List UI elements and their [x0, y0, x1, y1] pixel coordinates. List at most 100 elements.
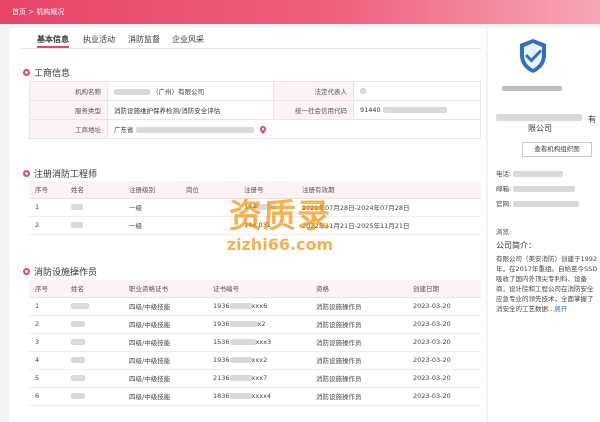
operators-table: 序号 姓名 职业资格证书 证书编号 资格 创建日期 1 四级/中级技能 1936… — [29, 280, 481, 406]
cert-number-tail: xxx2 — [251, 356, 268, 364]
created-date: 2023-03-20 — [407, 315, 481, 334]
operator-name — [65, 297, 123, 316]
service-type-value: 消防设施维护保养检测/消防安全评估 — [107, 100, 274, 120]
breadcrumb: 首页 > 机构概况 — [12, 7, 64, 17]
row-number: 1 — [29, 297, 65, 316]
col-header: 序号 — [29, 280, 65, 298]
reg-level: 一级 — [123, 216, 180, 235]
row-number: 3 — [29, 333, 65, 352]
top-banner: 首页 > 机构概况 — [0, 0, 600, 24]
credit-code-label: 统一社会信用代码 — [273, 100, 354, 120]
section-title: 工商信息 — [34, 69, 71, 79]
browse-label: 浏览: — [496, 228, 512, 236]
address-prefix: 广东省 — [114, 126, 134, 134]
tab-divider — [21, 48, 481, 49]
org-name-suffix: （广州）有限公司 — [152, 88, 205, 96]
qualification: 消防设施操作员 — [310, 351, 407, 370]
operator-name — [65, 315, 123, 334]
table-row[interactable]: 3 四级/中级技能 1536 xxx3 消防设施操作员 2023-03-20 — [29, 333, 481, 352]
business-info-table: 机构名称 （广州）有限公司 法定代表人 服务类型 消防设施维护保养检测/消防安全… — [29, 81, 481, 139]
qualification: 消防设施操作员 — [310, 387, 407, 406]
address-value: 广东省 — [107, 119, 481, 139]
qualification: 消防设施操作员 — [310, 333, 407, 352]
col-header: 注册级别 — [123, 181, 180, 199]
table-row[interactable]: 5 四级/中级技能 2136 xxx7 消防设施操作员 2023-03-20 — [29, 369, 481, 388]
cert-number-head: 1536 — [213, 338, 230, 346]
phone-row: 电话: — [496, 168, 564, 178]
section-bullet-icon — [23, 268, 30, 275]
row-number: 5 — [29, 369, 65, 388]
col-header: 创建日期 — [407, 280, 481, 298]
breadcrumb-current: 机构概况 — [36, 8, 65, 16]
watermark-url: zizhi66.com — [226, 235, 334, 254]
company-name-tail: 限公司 — [528, 124, 552, 133]
cert-level: 四级/中级技能 — [123, 369, 207, 388]
website-label: 官网: — [496, 200, 512, 208]
breadcrumb-separator: > — [28, 8, 35, 16]
row-number: 4 — [29, 351, 65, 370]
company-sidebar: 有 限公司 查看机构组织图 电话: 邮箱: 官网: 浏览: 公司简介： 有限公司… — [488, 28, 600, 422]
row-number: 6 — [29, 387, 65, 406]
engineer-name — [65, 216, 123, 235]
watermark: 资质录 zizhi66.com — [195, 196, 365, 254]
row-number: 1 — [29, 198, 65, 217]
watermark-main: 资质录 — [229, 196, 331, 235]
tab-fire-supervision[interactable]: 消防监督 — [128, 34, 160, 45]
reg-level: 一级 — [123, 198, 180, 217]
credit-code-value: 91440 — [353, 100, 481, 120]
section-bullet-icon — [23, 69, 30, 76]
created-date: 2023-03-20 — [407, 297, 481, 316]
company-name-masked-line — [496, 114, 582, 121]
cert-number: 1936 x2 — [207, 315, 310, 334]
operator-name — [65, 351, 123, 370]
browse-row: 浏览: — [496, 226, 511, 236]
table-row[interactable]: 4 四级/中级技能 1936 xxx2 消防设施操作员 2023-03-20 — [29, 351, 481, 370]
cert-number-head: 1936 — [213, 356, 230, 364]
breadcrumb-home-link[interactable]: 首页 — [12, 8, 26, 16]
company-intro: 有限公司（美安消防）创建于1992年，在2017年重组。自始至今SSD吸收了国内… — [496, 254, 598, 314]
tab-company-style[interactable]: 企业风采 — [172, 34, 204, 45]
operator-name — [65, 387, 123, 406]
legal-rep-label: 法定代表人 — [273, 81, 354, 101]
cert-number: 1836 xxxx4 — [207, 387, 310, 406]
created-date: 2023-03-20 — [407, 351, 481, 370]
main-panel: 基本信息 执业活动 消防监督 企业风采 工商信息 机构名称 （广州）有限公司 法… — [9, 28, 486, 422]
expand-link[interactable]: 展开 — [554, 305, 567, 313]
company-name-masked — [502, 86, 562, 91]
website-row: 官网: — [496, 198, 580, 208]
company-logo-icon — [520, 39, 546, 73]
created-date: 2023-03-20 — [407, 333, 481, 352]
table-row[interactable]: 1 四级/中级技能 1936 xxx6 消防设施操作员 2023-03-20 — [29, 297, 481, 316]
view-org-chart-button[interactable]: 查看机构组织图 — [522, 142, 592, 157]
table-row[interactable]: 6 四级/中级技能 1836 xxxx4 消防设施操作员 2023-03-20 — [29, 387, 481, 406]
legal-rep-value — [353, 81, 481, 101]
email-row: 邮箱: — [496, 183, 576, 193]
row-number: 2 — [29, 216, 65, 235]
tab-practice-activities[interactable]: 执业活动 — [83, 34, 115, 45]
qualification: 消防设施操作员 — [310, 315, 407, 334]
map-pin-icon[interactable] — [259, 126, 266, 134]
col-header: 资格 — [310, 280, 407, 298]
qualification: 消防设施操作员 — [310, 297, 407, 316]
table-header-row: 序号 姓名 职业资格证书 证书编号 资格 创建日期 — [29, 280, 481, 298]
col-header: 序号 — [29, 181, 65, 199]
address-label: 工商地址 — [29, 119, 108, 139]
cert-number-tail: xxxx4 — [251, 392, 272, 400]
phone-label: 电话: — [496, 170, 512, 178]
table-row[interactable]: 2 四级/中级技能 1936 x2 消防设施操作员 2023-03-20 — [29, 315, 481, 334]
cert-level: 四级/中级技能 — [123, 333, 207, 352]
cert-level: 四级/中级技能 — [123, 315, 207, 334]
cert-number: 1536 xxx3 — [207, 333, 310, 352]
operator-name — [65, 333, 123, 352]
tab-basic-info[interactable]: 基本信息 — [37, 34, 69, 48]
engineer-name — [65, 198, 123, 217]
cert-number: 1936 xxx6 — [207, 297, 310, 316]
intro-title: 公司简介： — [496, 241, 536, 250]
section-header-engineers: 注册消防工程师 — [23, 167, 97, 180]
col-header: 职业资格证书 — [123, 280, 207, 298]
cert-number: 1936 xxx2 — [207, 351, 310, 370]
qualification: 消防设施操作员 — [310, 369, 407, 388]
cert-number-head: 1936 — [213, 302, 230, 310]
section-header-operators: 消防设施操作员 — [23, 265, 97, 278]
col-header: 姓名 — [65, 181, 123, 199]
